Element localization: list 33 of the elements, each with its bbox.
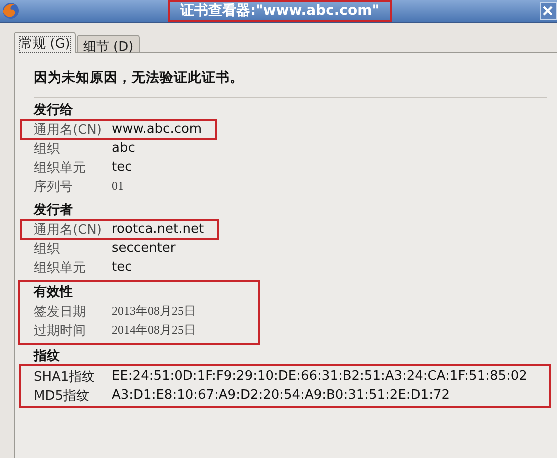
field-label: MD5指纹: [34, 388, 90, 404]
field-label: SHA1指纹: [34, 368, 96, 386]
field-value: rootca.net.net: [112, 222, 204, 237]
field-value: seccenter: [112, 241, 176, 256]
field-label: 签发日期: [34, 304, 87, 320]
section-heading: 发行给: [32, 102, 74, 120]
browser-logo-icon: [2, 2, 20, 20]
field-value: tec: [112, 160, 132, 175]
tab[interactable]: 常规 (G): [14, 32, 76, 53]
field-value: abc: [112, 141, 136, 156]
field-label: 通用名(CN): [34, 122, 103, 138]
close-icon: [543, 6, 554, 16]
field-value: 2013年08月25日: [112, 303, 196, 320]
status-message: 因为未知原因，无法验证此证书。: [33, 69, 245, 88]
section-heading: 指纹: [32, 348, 61, 366]
close-button[interactable]: [540, 2, 557, 20]
field-label: 过期时间: [34, 322, 87, 340]
field-value: A3:D1:E8:10:67:A9:D2:20:54:A9:B0:31:51:2E:D1:72: [112, 388, 450, 403]
field-value: 01: [112, 179, 124, 194]
field-label: 组织单元: [34, 160, 87, 176]
field-value: EE:24:51:0D:1F:F9:29:10:DE:66:31:B2:51:A3:24:CA:1F:51:85:02: [112, 369, 528, 384]
field-label: 组织: [34, 140, 61, 158]
section-heading: 发行者: [32, 202, 74, 220]
section-heading: 有效性: [32, 284, 74, 302]
field-value: tec: [112, 260, 132, 275]
field-value: www.abc.com: [112, 122, 202, 137]
window-title: 证书查看器:"www.abc.com": [168, 0, 392, 22]
field-label: 组织: [34, 240, 61, 258]
field-label: 通用名(CN): [34, 222, 103, 238]
field-label: 序列号: [34, 178, 74, 196]
tab[interactable]: 细节 (D): [77, 35, 140, 52]
field-label: 组织单元: [34, 260, 87, 276]
field-value: 2014年08月25日: [112, 322, 196, 339]
